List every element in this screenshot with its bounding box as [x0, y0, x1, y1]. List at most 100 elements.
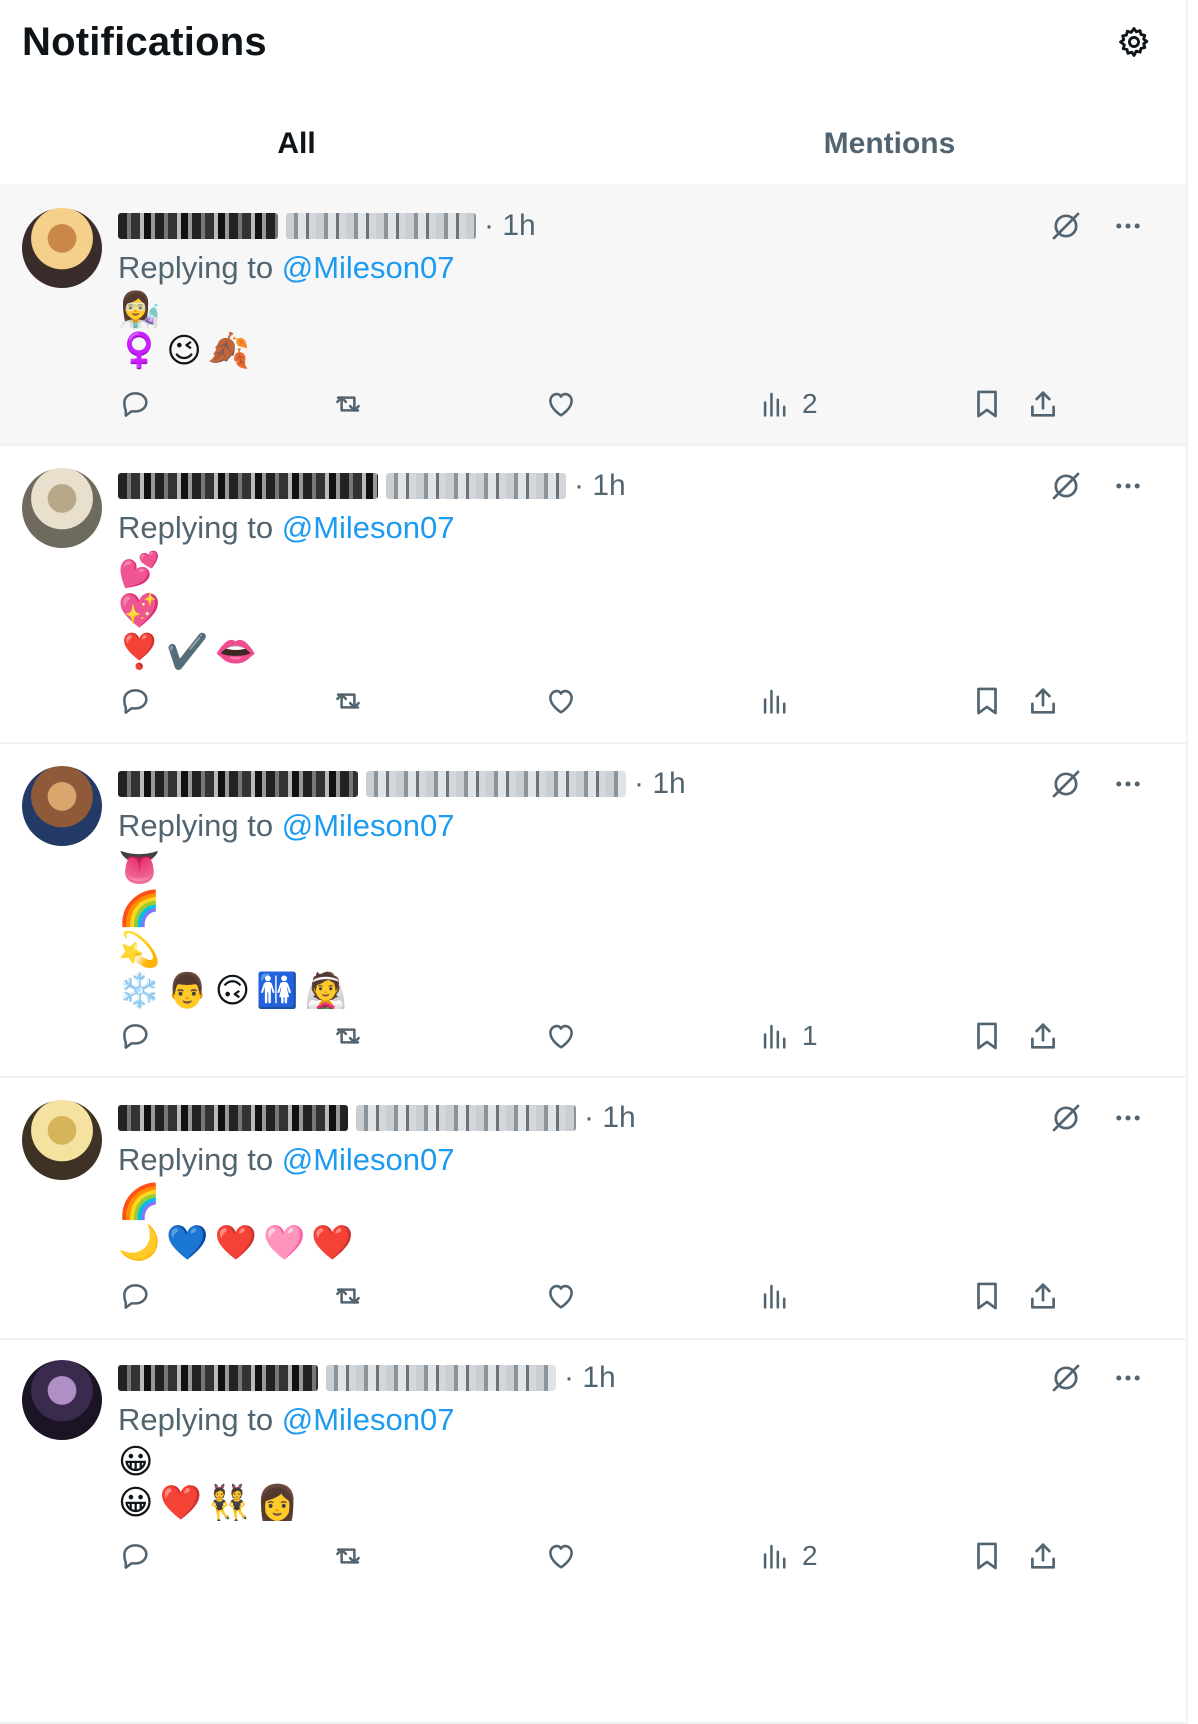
author-handle-redacted[interactable]: [386, 473, 566, 499]
settings-button[interactable]: [1112, 20, 1156, 64]
share-icon: [1026, 1019, 1060, 1053]
heart-icon: [544, 1019, 578, 1053]
more-button[interactable]: [1106, 1096, 1150, 1140]
not-interested-icon: [1049, 767, 1083, 801]
reply-button[interactable]: [118, 382, 152, 426]
repost-button[interactable]: [331, 1534, 365, 1578]
post-meta: · 1h: [118, 466, 626, 506]
notifications-column: Notifications All Mentions · 1h Replying…: [0, 0, 1188, 1724]
reply-icon: [118, 684, 152, 718]
post-time[interactable]: · 1h: [484, 209, 536, 243]
author-name-redacted[interactable]: [118, 213, 278, 239]
emoji: ❤️: [214, 1223, 258, 1263]
mention-link[interactable]: @Mileson07: [282, 510, 455, 545]
emoji: 👅: [118, 848, 161, 888]
share-button[interactable]: [1026, 679, 1060, 723]
replying-to-prefix: Replying to: [118, 250, 274, 285]
emoji: 😀: [118, 1483, 154, 1523]
views-button[interactable]: 2: [758, 382, 818, 426]
notification-post[interactable]: · 1h Replying to @Mileson07 👩‍🔬 ♀️ 😉 🍂 2: [0, 184, 1186, 446]
emoji: 🌙: [118, 1223, 161, 1263]
mention-link[interactable]: @Mileson07: [282, 250, 455, 285]
author-name-redacted[interactable]: [118, 1105, 348, 1131]
author-name-redacted[interactable]: [118, 1365, 318, 1391]
post-time[interactable]: · 1h: [574, 469, 626, 503]
reply-button[interactable]: [118, 1534, 152, 1578]
avatar[interactable]: [22, 208, 102, 288]
avatar[interactable]: [22, 766, 102, 846]
like-button[interactable]: [544, 679, 578, 723]
replying-to: Replying to @Mileson07: [118, 1402, 455, 1438]
reply-icon: [118, 1279, 152, 1313]
post-top-actions: [1026, 1096, 1150, 1140]
author-name-redacted[interactable]: [118, 473, 378, 499]
not-interested-button[interactable]: [1044, 464, 1088, 508]
bookmark-button[interactable]: [970, 382, 1004, 426]
avatar[interactable]: [22, 1360, 102, 1440]
reply-button[interactable]: [118, 1274, 152, 1318]
repost-icon: [331, 684, 365, 718]
more-button[interactable]: [1106, 1356, 1150, 1400]
mention-link[interactable]: @Mileson07: [282, 808, 455, 843]
author-handle-redacted[interactable]: [356, 1105, 576, 1131]
repost-button[interactable]: [331, 382, 365, 426]
more-button[interactable]: [1106, 464, 1150, 508]
author-handle-redacted[interactable]: [366, 771, 626, 797]
notification-post[interactable]: · 1h Replying to @Mileson07 💕 💖 ❣️ ✔️ 👄: [0, 446, 1186, 744]
views-button[interactable]: 2: [758, 1534, 818, 1578]
action-bar: [118, 679, 1158, 723]
notification-post[interactable]: · 1h Replying to @Mileson07 😀 😀 ❤️ 👯 👩 2: [0, 1340, 1186, 1724]
more-button[interactable]: [1106, 204, 1150, 248]
share-icon: [1026, 1279, 1060, 1313]
reply-button[interactable]: [118, 1014, 152, 1058]
share-button[interactable]: [1026, 1274, 1060, 1318]
repost-button[interactable]: [331, 1274, 365, 1318]
repost-button[interactable]: [331, 679, 365, 723]
not-interested-button[interactable]: [1044, 762, 1088, 806]
like-button[interactable]: [544, 1534, 578, 1578]
more-icon: [1111, 767, 1145, 801]
repost-button[interactable]: [331, 1014, 365, 1058]
bookmark-button[interactable]: [970, 1534, 1004, 1578]
share-button[interactable]: [1026, 382, 1060, 426]
author-handle-redacted[interactable]: [286, 213, 476, 239]
not-interested-button[interactable]: [1044, 1356, 1088, 1400]
emoji: 👄: [214, 632, 258, 672]
not-interested-button[interactable]: [1044, 204, 1088, 248]
like-button[interactable]: [544, 1274, 578, 1318]
emoji: 🙃: [214, 971, 251, 1011]
notification-post[interactable]: · 1h Replying to @Mileson07 👅 🌈 💫 ❄️ 👨 🙃 🚻 👰 1: [0, 744, 1186, 1078]
post-time[interactable]: · 1h: [584, 1101, 636, 1135]
views-button[interactable]: 1: [758, 1014, 818, 1058]
views-count: 2: [802, 388, 818, 419]
post-time[interactable]: · 1h: [564, 1361, 616, 1395]
bookmark-button[interactable]: [970, 679, 1004, 723]
author-name-redacted[interactable]: [118, 771, 358, 797]
views-button[interactable]: [758, 679, 802, 723]
avatar[interactable]: [22, 468, 102, 548]
reply-icon: [118, 1019, 152, 1053]
post-text-line: 💖: [118, 591, 263, 632]
replying-to: Replying to @Mileson07: [118, 250, 455, 286]
reply-button[interactable]: [118, 679, 152, 723]
like-button[interactable]: [544, 1014, 578, 1058]
avatar[interactable]: [22, 1100, 102, 1180]
more-button[interactable]: [1106, 762, 1150, 806]
mention-link[interactable]: @Mileson07: [282, 1142, 455, 1177]
not-interested-button[interactable]: [1044, 1096, 1088, 1140]
not-interested-icon: [1049, 1361, 1083, 1395]
repost-icon: [331, 1539, 365, 1573]
author-handle-redacted[interactable]: [326, 1365, 556, 1391]
views-button[interactable]: [758, 1274, 802, 1318]
repost-icon: [331, 387, 365, 421]
notification-post[interactable]: · 1h Replying to @Mileson07 🌈 🌙 💙 ❤️ 🩷 ❤️: [0, 1078, 1186, 1340]
post-text: 💕 💖 ❣️ ✔️ 👄: [118, 550, 263, 673]
mention-link[interactable]: @Mileson07: [282, 1402, 455, 1437]
like-button[interactable]: [544, 382, 578, 426]
heart-icon: [544, 387, 578, 421]
share-button[interactable]: [1026, 1014, 1060, 1058]
bookmark-button[interactable]: [970, 1274, 1004, 1318]
bookmark-button[interactable]: [970, 1014, 1004, 1058]
post-time[interactable]: · 1h: [634, 767, 686, 801]
share-button[interactable]: [1026, 1534, 1060, 1578]
